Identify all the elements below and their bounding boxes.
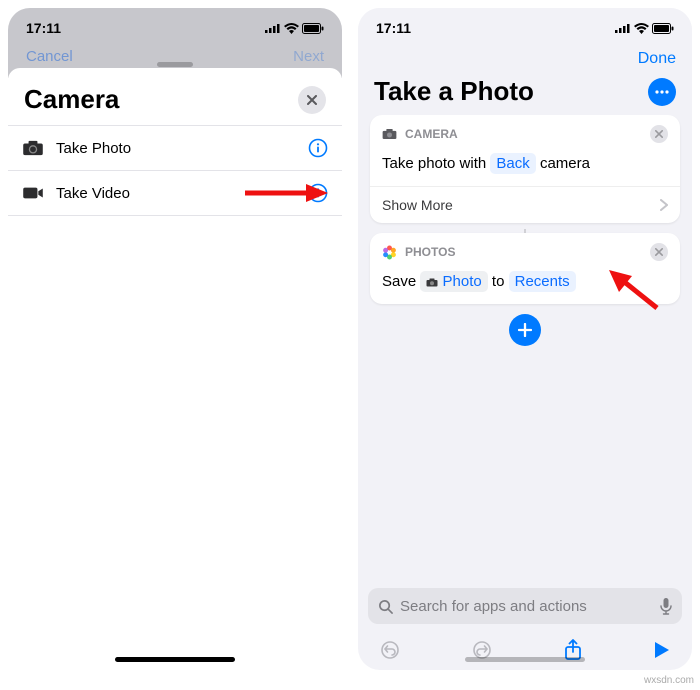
close-icon [655,248,663,256]
wifi-icon [284,23,299,34]
signal-icon [615,23,631,33]
row-take-photo[interactable]: Take Photo [8,126,342,171]
cancel-button[interactable]: Cancel [26,48,73,65]
close-icon [655,130,663,138]
info-icon[interactable] [308,138,328,158]
title-bar: Take a Photo [358,74,692,115]
plus-icon [518,323,532,337]
camera-app-icon [382,128,397,140]
video-icon [22,185,44,201]
more-button[interactable] [648,78,676,106]
annotation-arrow [243,183,328,203]
recents-token[interactable]: Recents [509,271,576,292]
remove-action-button[interactable] [650,243,668,261]
page-title: Take a Photo [374,76,534,107]
action-sheet: Camera Take Photo Take Video [8,68,342,670]
search-icon [378,599,393,614]
nav-bar: Done [358,48,692,74]
right-phone: 17:11 Done Take a Photo CAMERA Take phot [358,8,692,670]
remove-action-button[interactable] [650,125,668,143]
to-word: to [492,273,505,290]
show-more-label: Show More [382,197,453,213]
more-icon [655,90,669,94]
done-button[interactable]: Done [638,50,676,68]
camera-icon [22,140,44,156]
text-post: camera [540,155,590,172]
row-label: Take Photo [56,140,296,157]
wifi-icon [634,23,649,34]
chevron-right-icon [660,199,668,211]
close-button[interactable] [298,86,326,114]
mic-icon[interactable] [660,598,672,615]
status-time: 17:11 [376,20,411,36]
sheet-title: Camera [24,84,119,115]
search-bar[interactable]: Search for apps and actions [368,588,682,624]
battery-icon [302,23,324,34]
card-section-label: CAMERA [405,127,458,141]
photo-word: Photo [443,273,482,290]
play-icon[interactable] [654,641,670,659]
shortcut-editor: CAMERA Take photo with Back camera Show … [358,115,692,588]
annotation-arrow [607,270,662,310]
action-card-camera[interactable]: CAMERA Take photo with Back camera Show … [370,115,680,223]
photos-app-icon [382,245,397,260]
status-bar: 17:11 [8,8,342,48]
add-action-button[interactable] [509,314,541,346]
watermark: wxsdn.com [644,675,694,686]
next-button[interactable]: Next [293,48,324,65]
status-time: 17:11 [26,20,61,36]
home-indicator[interactable] [465,657,585,662]
text-pre: Take photo with [382,155,486,172]
show-more-row[interactable]: Show More [370,186,680,223]
status-icons [265,23,324,34]
undo-icon[interactable] [380,640,400,660]
camera-mini-icon [426,278,438,287]
sheet-grabber[interactable] [157,62,193,67]
signal-icon [265,23,281,33]
status-icons [615,23,674,34]
bottom-toolbar [358,630,692,670]
home-indicator[interactable] [115,657,235,662]
close-icon [307,95,317,105]
status-bar: 17:11 [358,8,692,48]
card-body: Take photo with Back camera [370,147,680,186]
left-phone: 17:11 Cancel Next Camera Take Photo T [8,8,342,670]
camera-token[interactable]: Back [490,153,535,174]
search-placeholder: Search for apps and actions [400,598,587,615]
photo-variable-token[interactable]: Photo [420,271,487,292]
card-section-label: PHOTOS [405,245,455,259]
battery-icon [652,23,674,34]
save-word: Save [382,273,416,290]
